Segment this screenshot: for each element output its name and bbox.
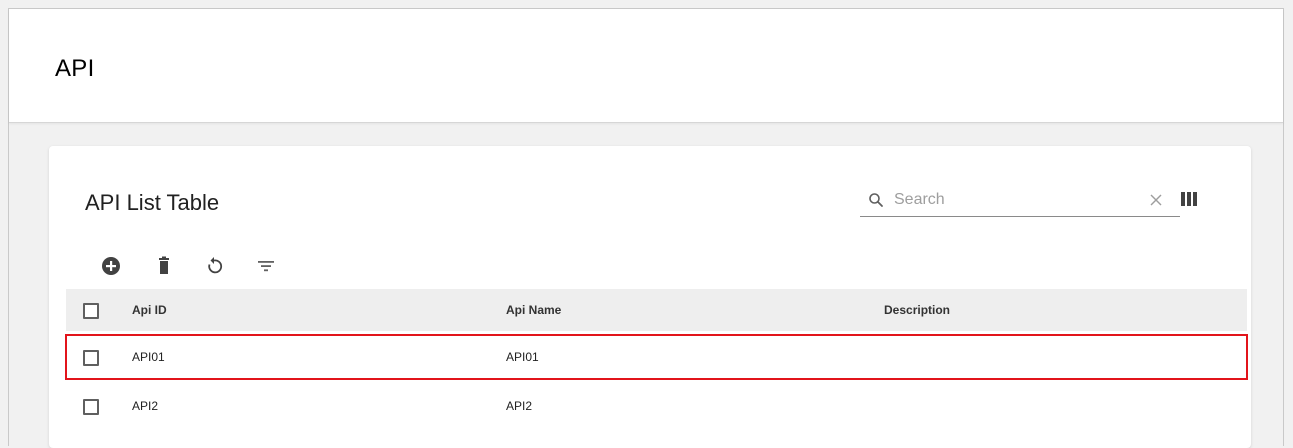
cell-api-name: API2 <box>506 398 533 413</box>
table-title: API List Table <box>85 190 220 215</box>
clear-search-icon[interactable] <box>1149 193 1163 207</box>
page-header: API <box>9 9 1283 123</box>
row-checkbox[interactable] <box>83 350 99 366</box>
row-checkbox[interactable] <box>83 398 99 415</box>
api-table: Api ID Api Name Description API01 API01 … <box>65 289 1248 428</box>
search-box <box>860 184 1180 217</box>
cell-api-name: API01 <box>506 350 539 364</box>
search-input[interactable] <box>894 188 1114 212</box>
select-all-checkbox[interactable] <box>83 303 99 319</box>
table-row[interactable]: API01 API01 <box>65 334 1248 380</box>
api-list-card: API List Table Search Api ID Api Name De… <box>49 146 1251 448</box>
column-header-api-name[interactable]: Api Name <box>506 303 561 317</box>
page-title: API <box>55 55 95 82</box>
cell-api-id: API01 <box>132 350 165 364</box>
table-header-row: Api ID Api Name Description <box>66 289 1247 331</box>
view-columns-icon[interactable] <box>1181 192 1197 206</box>
add-circle-icon[interactable] <box>99 254 123 278</box>
table-row[interactable]: API2 API2 <box>66 383 1247 428</box>
column-header-api-id[interactable]: Api ID <box>132 303 167 317</box>
refresh-icon[interactable] <box>202 254 226 278</box>
delete-icon[interactable] <box>152 254 176 278</box>
search-icon <box>869 193 883 207</box>
filter-icon[interactable] <box>254 254 278 278</box>
column-header-description[interactable]: Description <box>884 303 950 317</box>
cell-api-id: API2 <box>132 398 159 413</box>
app-frame: API API List Table Search Api ID Api Nam… <box>8 8 1284 448</box>
